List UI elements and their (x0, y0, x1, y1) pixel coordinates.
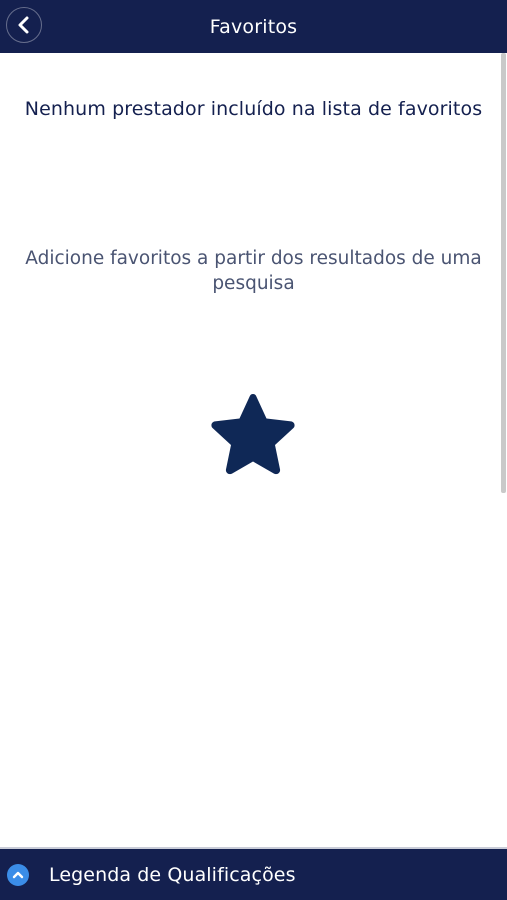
qualifications-legend-bar[interactable]: Legenda de Qualificações (0, 847, 507, 900)
chevron-up-circle-icon (7, 863, 29, 886)
chevron-left-icon (18, 16, 29, 34)
scrollbar[interactable] (500, 53, 507, 847)
star-icon (205, 389, 301, 481)
favorites-screen: Favoritos Nenhum prestador incluído na l… (0, 0, 507, 900)
empty-state-hint: Adicione favoritos a partir dos resultad… (25, 248, 482, 294)
empty-state-title: Nenhum prestador incluído na lista de fa… (24, 98, 483, 120)
qualifications-legend-label: Legenda de Qualificações (49, 863, 296, 886)
scrollbar-thumb[interactable] (501, 53, 506, 493)
favorites-content: Nenhum prestador incluído na lista de fa… (0, 53, 500, 847)
back-button[interactable] (6, 7, 42, 43)
app-header: Favoritos (0, 0, 507, 53)
page-title: Favoritos (209, 15, 298, 38)
